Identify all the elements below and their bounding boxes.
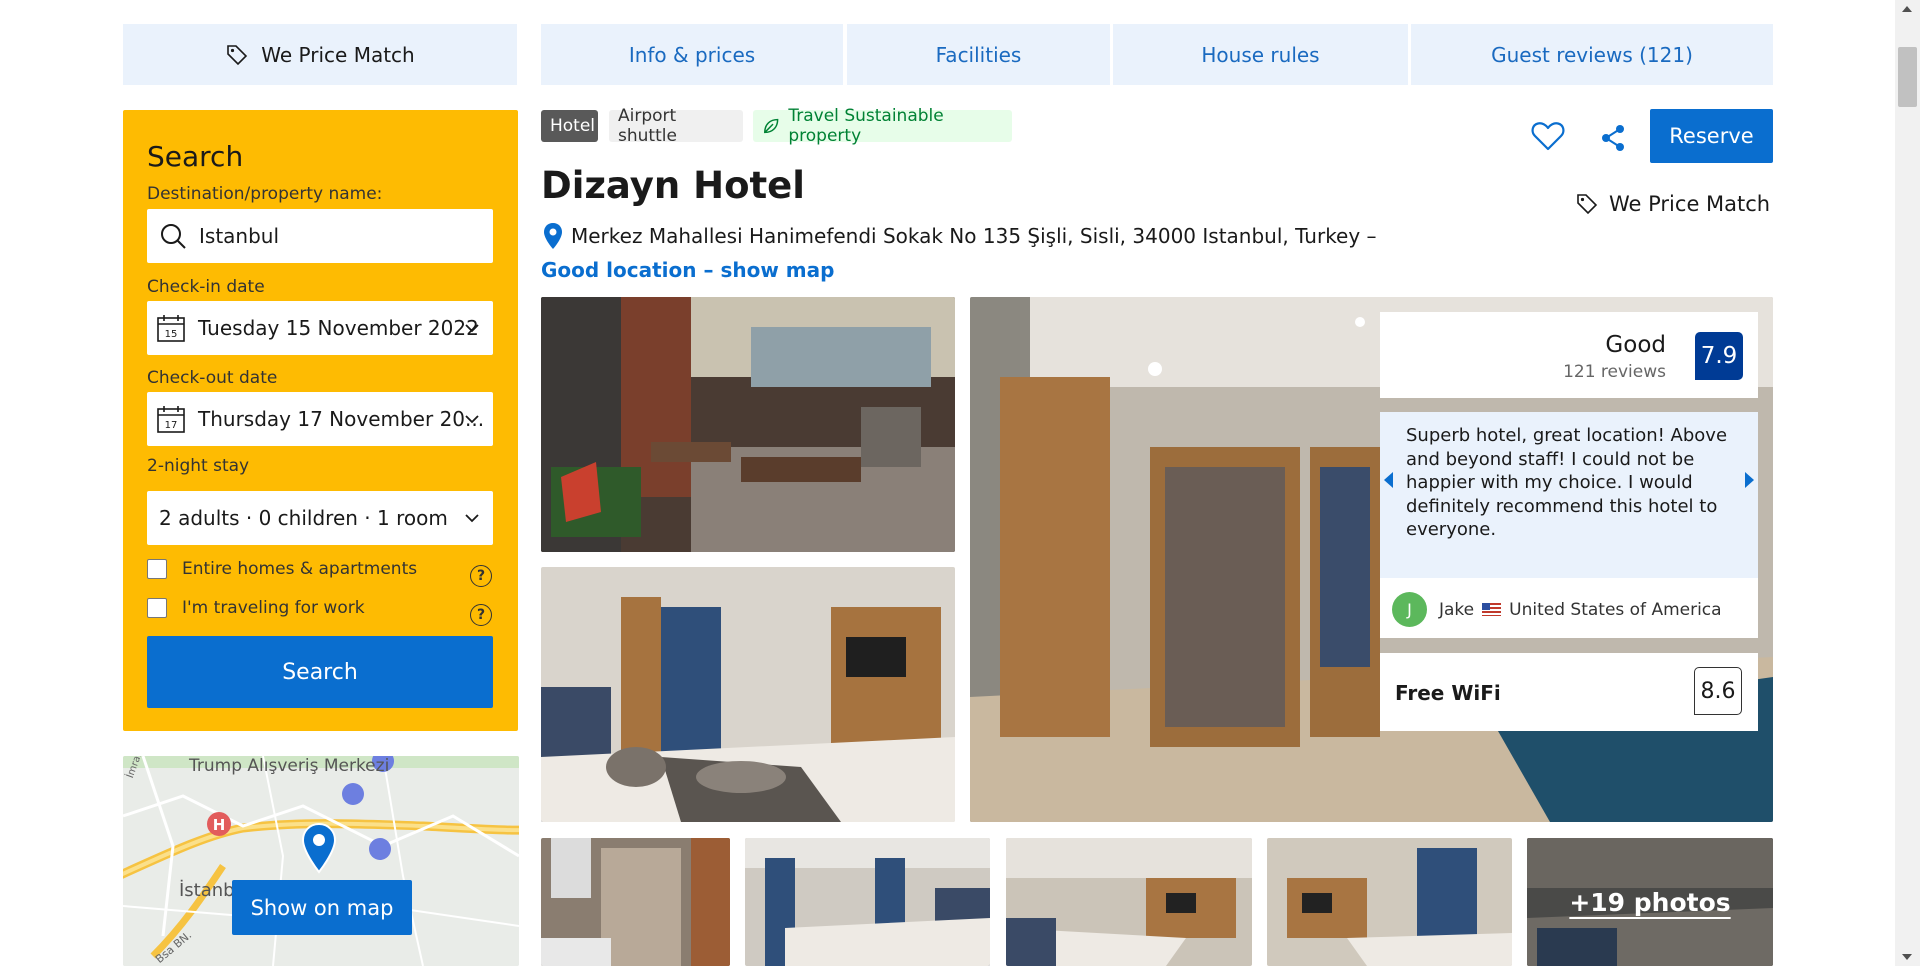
chevron-down-icon	[465, 324, 479, 333]
destination-input[interactable]: Istanbul	[147, 209, 493, 263]
review-card: Superb hotel, great location! Above and …	[1380, 412, 1758, 638]
svg-text:H: H	[213, 816, 226, 834]
tab-facilities[interactable]: Facilities	[847, 24, 1110, 85]
tab-house-rules[interactable]: House rules	[1113, 24, 1408, 85]
checkout-day: 17	[165, 420, 178, 431]
thumb-room-2[interactable]	[1006, 838, 1252, 966]
tab-info-prices[interactable]: Info & prices	[541, 24, 843, 85]
checkbox[interactable]	[147, 559, 167, 579]
wifi-label: Free WiFi	[1395, 681, 1501, 705]
us-flag-icon	[1482, 603, 1502, 616]
work-travel-checkbox[interactable]: I'm traveling for work	[147, 598, 365, 618]
checkin-field[interactable]: 15 Tuesday 15 November 2022	[147, 301, 493, 355]
location-pin-icon	[544, 223, 562, 249]
tab-label: Facilities	[935, 42, 1022, 67]
search-button[interactable]: Search	[147, 636, 493, 708]
photo-bedroom-image	[541, 567, 955, 822]
rating-card[interactable]: Good 121 reviews 7.9	[1380, 312, 1758, 398]
wifi-score-badge: 8.6	[1694, 667, 1742, 715]
price-match-link[interactable]: We Price Match	[1575, 192, 1770, 216]
scroll-down-icon[interactable]	[1902, 954, 1912, 960]
calendar-icon: 15	[157, 315, 185, 342]
search-icon	[161, 224, 186, 249]
guests-selector[interactable]: 2 adults · 0 children · 1 room	[147, 491, 493, 545]
hotel-address: Merkez Mahallesi Hanimefendi Sokak No 13…	[543, 222, 1377, 250]
leaf-icon	[764, 118, 779, 134]
badge-hotel: Hotel	[541, 110, 598, 142]
price-match-label: We Price Match	[1609, 192, 1771, 216]
badge-sustainable[interactable]: Travel Sustainable property	[753, 106, 1012, 146]
photo-restaurant[interactable]	[541, 297, 955, 552]
destination-label: Destination/property name:	[147, 184, 383, 204]
guests-value: 2 adults · 0 children · 1 room	[159, 506, 448, 530]
scroll-thumb[interactable]	[1898, 47, 1917, 107]
reviewer-name: Jake	[1439, 599, 1475, 620]
wifi-card: Free WiFi 8.6	[1380, 653, 1758, 731]
hotel-name: Dizayn Hotel	[541, 164, 805, 207]
address-text: Merkez Mahallesi Hanimefendi Sokak No 13…	[571, 224, 1377, 248]
price-match-banner[interactable]: We Price Match	[123, 24, 517, 85]
page-scrollbar[interactable]	[1895, 0, 1920, 966]
thumb-room-2-image	[1006, 838, 1252, 966]
share-icon[interactable]	[1600, 124, 1626, 152]
calendar-icon: 17	[157, 406, 185, 433]
map-preview[interactable]: H Trump Alışveriş Merkezi İstanbul İmrah…	[123, 756, 519, 966]
tab-label: Info & prices	[628, 42, 756, 67]
heart-icon[interactable]	[1531, 121, 1565, 151]
checkin-label: Check-in date	[147, 277, 265, 297]
show-on-map-button[interactable]: Show on map	[232, 880, 412, 935]
rating-count: 121 reviews	[1563, 362, 1666, 382]
avatar: J	[1392, 592, 1427, 627]
badge-airport-shuttle: Airport shuttle	[609, 106, 743, 146]
destination-value: Istanbul	[199, 224, 280, 248]
map-label-mall: Trump Alışveriş Merkezi	[189, 756, 390, 776]
checkin-value: Tuesday 15 November 2022	[198, 316, 479, 340]
checkout-value: Thursday 17 November 20...	[198, 407, 485, 431]
thumb-room-3-image	[1267, 838, 1512, 966]
map-pin-icon	[301, 822, 337, 874]
tab-label: House rules	[1201, 42, 1320, 67]
photo-restaurant-image	[541, 297, 955, 552]
tab-guest-reviews[interactable]: Guest reviews (121)	[1411, 24, 1773, 85]
thumb-bathroom-image	[541, 838, 730, 966]
help-icon[interactable]: ?	[470, 604, 492, 626]
search-title: Search	[147, 140, 244, 173]
reviewer-info: J Jake United States of America	[1392, 592, 1722, 627]
checkout-field[interactable]: 17 Thursday 17 November 20...	[147, 392, 493, 446]
arrow-left-icon[interactable]	[1384, 472, 1393, 488]
badge-sustainable-label: Travel Sustainable property	[788, 106, 944, 146]
rating-score-badge: 7.9	[1695, 332, 1743, 380]
review-text: Superb hotel, great location! Above and …	[1380, 412, 1758, 578]
entire-homes-checkbox[interactable]: Entire homes & apartments	[147, 559, 417, 579]
reviewer-country: United States of America	[1509, 599, 1722, 620]
arrow-right-icon[interactable]	[1745, 472, 1754, 488]
price-tag-icon	[1577, 194, 1598, 215]
checkbox[interactable]	[147, 598, 167, 618]
checkin-day: 15	[165, 329, 178, 340]
rating-word: Good	[1605, 332, 1666, 358]
checkbox-label: Entire homes & apartments	[182, 559, 418, 579]
show-map-link[interactable]: Good location – show map	[541, 258, 834, 282]
stay-length-label: 2-night stay	[147, 456, 250, 476]
scroll-up-icon[interactable]	[1902, 6, 1912, 12]
photo-bedroom[interactable]	[541, 567, 955, 822]
more-photos-link[interactable]: +19 photos	[1527, 838, 1773, 966]
checkbox-label: I'm traveling for work	[182, 598, 365, 618]
chevron-down-icon	[465, 415, 479, 424]
tab-label: Guest reviews (121)	[1491, 42, 1693, 67]
reserve-button[interactable]: Reserve	[1650, 109, 1773, 163]
help-icon[interactable]: ?	[470, 565, 492, 587]
thumb-room-3[interactable]	[1267, 838, 1512, 966]
price-match-label: We Price Match	[261, 42, 415, 67]
thumb-room-1[interactable]	[745, 838, 990, 966]
thumb-room-1-image	[745, 838, 990, 966]
chevron-down-icon	[465, 514, 479, 523]
search-panel: Search Destination/property name: Istanb…	[123, 110, 518, 731]
thumb-bathroom[interactable]	[541, 838, 730, 966]
price-tag-icon	[227, 44, 248, 65]
checkout-label: Check-out date	[147, 368, 278, 388]
